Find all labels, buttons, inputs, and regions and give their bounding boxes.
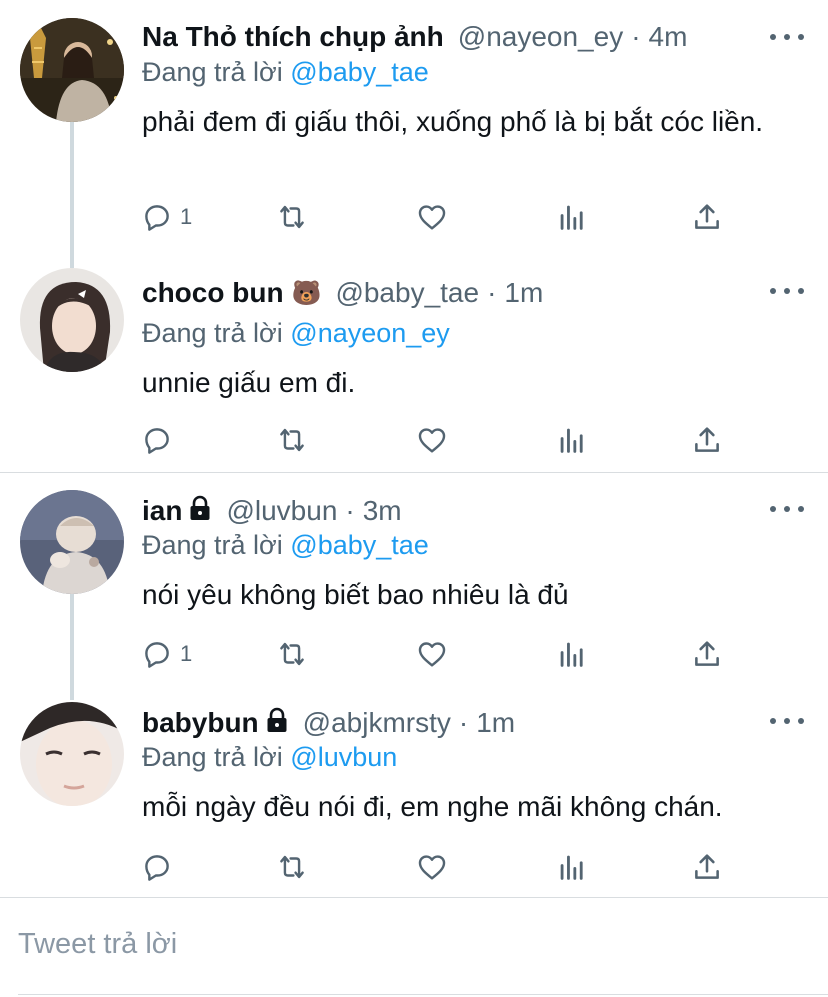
reply-prefix: Đang trả lời [142,57,283,87]
share-button[interactable] [690,634,724,674]
display-name[interactable]: choco bun [142,277,284,309]
user-handle[interactable]: @luvbun [226,495,337,527]
retweet-icon [280,642,304,666]
reply-icon [145,205,169,231]
retweet-button[interactable] [274,197,310,237]
analytics-button[interactable] [555,634,589,674]
thread-2: ian @luvbun · 3m Đang trả lời @baby_tae … [0,472,828,897]
action-bar [140,847,740,887]
replying-to: Đang trả lời @luvbun [142,742,397,773]
share-icon [695,854,719,879]
share-button[interactable] [690,197,724,237]
analytics-button[interactable] [555,420,589,460]
reply-input[interactable]: Tweet trả lời [18,928,177,961]
avatar[interactable] [20,702,124,806]
user-handle[interactable]: @abjkmrsty [303,707,451,739]
display-name[interactable]: Na Thỏ thích chụp ảnh [142,21,444,53]
action-bar [140,420,740,460]
analytics-icon [560,428,583,453]
reply-mention[interactable]: @baby_tae [290,530,429,560]
action-bar: 1 [140,634,740,674]
share-button[interactable] [690,420,724,460]
timestamp[interactable]: 4m [649,21,688,53]
like-button[interactable] [415,420,449,460]
tweet-3[interactable]: ian @luvbun · 3m Đang trả lời @baby_tae … [0,472,828,684]
more-options-icon[interactable] [770,711,804,731]
reply-count: 1 [180,204,193,229]
reply-prefix: Đang trả lời [142,318,283,348]
retweet-button[interactable] [274,847,310,887]
heart-icon [418,642,446,667]
reply-prefix: Đang trả lời [142,530,283,560]
avatar[interactable] [20,268,124,372]
reply-icon [145,855,169,881]
analytics-icon [560,642,583,667]
reply-composer[interactable]: Tweet trả lời [0,898,828,997]
timestamp[interactable]: 1m [504,277,543,309]
composer-underline [18,994,828,995]
heart-icon [418,855,446,880]
lock-icon [188,495,212,528]
like-button[interactable] [415,634,449,674]
user-handle[interactable]: @baby_tae [335,277,479,309]
separator-dot: · [458,707,469,738]
share-icon [695,641,719,666]
share-button[interactable] [690,847,724,887]
replying-to: Đang trả lời @baby_tae [142,57,429,88]
retweet-icon [280,205,304,229]
reply-button[interactable] [140,420,180,460]
reply-icon [145,428,169,454]
tweet-text: unnie giấu em đi. [142,367,356,398]
tweet-text: phải đem đi giấu thôi, xuống phố là bị b… [142,106,764,137]
retweet-button[interactable] [274,634,310,674]
share-icon [695,204,719,229]
reply-count: 1 [180,641,193,666]
user-handle[interactable]: @nayeon_ey [458,21,623,53]
retweet-icon [280,855,304,879]
analytics-button[interactable] [555,847,589,887]
tweet-1[interactable]: Na Thỏ thích chụp ảnh @nayeon_ey · 4m Đa… [0,0,828,250]
reply-mention[interactable]: @nayeon_ey [290,318,450,348]
timestamp[interactable]: 3m [363,495,402,527]
tweet-text: mỗi ngày đều nói đi, em nghe mãi không c… [142,791,723,822]
reply-button[interactable] [140,847,180,887]
separator-dot: · [345,495,355,526]
reply-mention[interactable]: @baby_tae [290,57,429,87]
more-options-icon[interactable] [770,499,804,519]
heart-icon [418,205,446,230]
reply-prefix: Đang trả lời [142,742,283,772]
bear-emoji: 🐻 [291,279,322,307]
retweet-icon [280,428,304,452]
thread-1: Na Thỏ thích chụp ảnh @nayeon_ey · 4m Đa… [0,0,828,472]
more-options-icon[interactable] [770,281,804,301]
avatar[interactable] [20,490,124,594]
display-name[interactable]: ian [142,495,182,527]
like-button[interactable] [415,847,449,887]
tweet-2[interactable]: choco bun 🐻 @baby_tae · 1m Đang trả lời … [0,250,828,472]
replying-to: Đang trả lời @nayeon_ey [142,318,450,349]
heart-icon [418,428,446,453]
reply-button[interactable]: 1 [140,634,192,674]
analytics-icon [560,855,583,880]
retweet-button[interactable] [274,420,310,460]
analytics-button[interactable] [555,197,589,237]
action-bar: 1 [140,197,740,237]
more-options-icon[interactable] [770,27,804,47]
lock-icon [265,707,289,740]
separator-dot: · [631,21,641,52]
reply-icon [145,642,169,668]
share-icon [695,427,719,452]
analytics-icon [560,205,583,230]
separator-dot: · [487,277,497,308]
replying-to: Đang trả lời @baby_tae [142,530,429,561]
like-button[interactable] [415,197,449,237]
avatar[interactable] [20,18,124,122]
tweet-4[interactable]: babybun @abjkmrsty · 1m Đang trả lời @lu… [0,684,828,897]
reply-mention[interactable]: @luvbun [290,742,397,772]
display-name[interactable]: babybun [142,707,259,739]
tweet-text: nói yêu không biết bao nhiêu là đủ [142,579,569,610]
reply-button[interactable]: 1 [140,197,192,237]
timestamp[interactable]: 1m [476,707,515,739]
